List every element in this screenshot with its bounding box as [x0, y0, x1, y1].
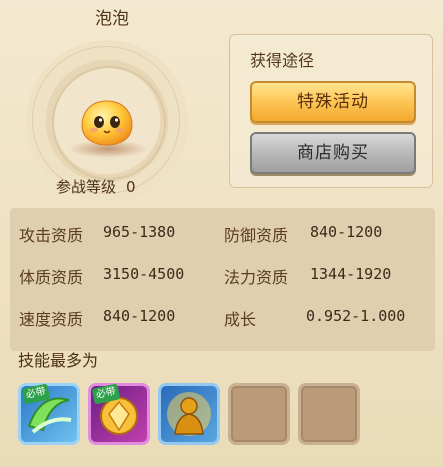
speed-aptitude-value: 840-1200 — [103, 307, 176, 325]
speed-aptitude-label: 速度资质 — [19, 310, 84, 329]
skill-slot-5-empty[interactable] — [298, 383, 360, 445]
fight-level-label: 参战等级 — [56, 178, 117, 196]
defense-aptitude-label: 防御资质 — [224, 226, 289, 245]
skills-title: 技能最多为 — [18, 351, 99, 370]
constitution-aptitude-label: 体质资质 — [19, 268, 84, 287]
magic-aptitude-value: 1344-1920 — [310, 265, 392, 283]
attack-aptitude-label: 攻击资质 — [19, 226, 84, 245]
skill-slot-1[interactable]: 必带 — [18, 383, 80, 445]
aptitude-stats: 攻击资质 965-1380 防御资质 840-1200 体质资质 3150-45… — [10, 208, 435, 351]
skill-slot-4-empty[interactable] — [228, 383, 290, 445]
magic-aptitude-label: 法力资质 — [224, 268, 289, 287]
growth-value: 0.952-1.000 — [306, 307, 406, 325]
bubble-pet-image — [81, 100, 133, 146]
golden-buddha-skill-icon — [167, 392, 211, 436]
shop-buy-button[interactable]: 商店购买 — [250, 132, 416, 174]
attack-aptitude-value: 965-1380 — [103, 223, 176, 241]
growth-label: 成长 — [224, 310, 257, 329]
defense-aptitude-value: 840-1200 — [310, 223, 383, 241]
pet-info-panel: 泡泡 参战等级 0 获得途径 特殊活动 商店购买 攻击资质 965-1380 防御… — [0, 0, 443, 467]
skill-slot-2[interactable]: 必带 — [88, 383, 150, 445]
acquire-source-box: 获得途径 特殊活动 商店购买 — [229, 34, 433, 188]
acquire-source-title: 获得途径 — [250, 51, 315, 70]
fight-level-value: 0 — [126, 178, 136, 196]
special-event-button[interactable]: 特殊活动 — [250, 81, 416, 123]
constitution-aptitude-value: 3150-4500 — [103, 265, 185, 283]
skill-slot-3[interactable] — [158, 383, 220, 445]
pet-name: 泡泡 — [95, 9, 129, 29]
fight-level: 参战等级 0 — [56, 176, 136, 197]
